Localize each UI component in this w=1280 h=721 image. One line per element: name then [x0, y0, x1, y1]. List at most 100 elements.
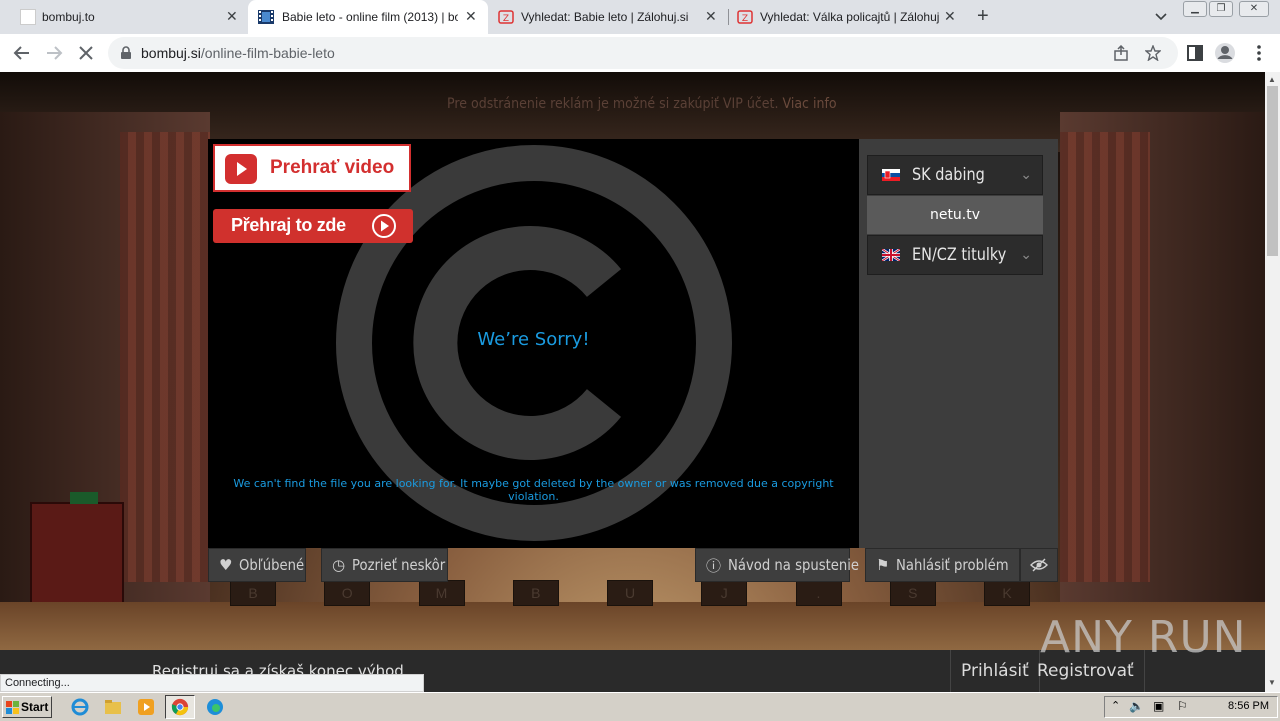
bookmark-star-icon[interactable] [1145, 45, 1161, 61]
source-panel: SK dabing ⌄ netu.tv EN/CZ titulky ⌄ [859, 139, 1058, 548]
edge-icon[interactable] [205, 697, 225, 717]
explorer-icon[interactable] [103, 697, 123, 717]
system-tray: ⌃ 🔈 ▣ ⚐ 8:56 PM [1104, 696, 1278, 718]
address-bar[interactable]: bombuj.si/online-film-babie-leto [108, 37, 1178, 69]
svg-text:Z: Z [503, 14, 509, 24]
url-path: /online-film-babie-leto [200, 45, 335, 61]
vip-notice-text: Pre odstránenie reklám je možné si zakúp… [447, 96, 779, 112]
curtain-right [1060, 132, 1150, 582]
hide-eye-button[interactable] [1020, 548, 1058, 582]
error-message: We can't find the file you are looking f… [233, 477, 834, 503]
chevron-down-icon: ⌄ [1020, 167, 1032, 183]
network-icon[interactable]: ▣ [1153, 699, 1164, 713]
forward-arrow-icon[interactable] [43, 42, 65, 64]
howto-button[interactable]: ⓘ Návod na spustenie [695, 548, 859, 582]
stage-letter: K [984, 580, 1030, 606]
clock: 8:56 PM [1228, 700, 1269, 712]
url-text: bombuj.si/online-film-babie-leto [141, 45, 335, 61]
close-icon[interactable]: ✕ [226, 8, 238, 24]
close-icon[interactable]: ✕ [465, 8, 477, 24]
source-label: SK dabing [912, 165, 985, 185]
media-player-icon[interactable] [136, 697, 156, 717]
tab-strip: bombuj.to ✕ Babie leto - online film (20… [0, 0, 1280, 34]
url-domain: bombuj.si [141, 45, 201, 61]
back-arrow-icon[interactable] [11, 42, 33, 64]
anyrun-watermark: ANY RUN [1040, 612, 1247, 663]
close-window-button[interactable]: ✕ [1239, 1, 1269, 17]
play-video-button[interactable]: Prehrať video [213, 144, 411, 192]
profile-avatar-icon[interactable] [1214, 42, 1236, 64]
start-label: Start [21, 700, 49, 714]
tab-title: bombuj.to [42, 10, 95, 24]
play-here-button[interactable]: Přehraj to zde [213, 209, 413, 243]
windows-taskbar: Start ⌃ 🔈 ▣ ⚐ 8:56 PM [0, 692, 1280, 721]
volume-icon[interactable]: 🔈 [1129, 699, 1144, 713]
heart-icon: ♥ [219, 556, 233, 574]
stage-letter: M [418, 580, 465, 606]
report-label: Nahlásiť problém [896, 556, 1010, 574]
tab-title: Babie leto - online film (2013) | bombuj [282, 10, 458, 24]
tab-title: Vyhledat: Babie leto | Zálohuj.si [521, 10, 689, 24]
start-button[interactable]: Start [2, 696, 52, 718]
stage-letter: B [230, 580, 276, 606]
play-video-label: Prehrať video [270, 157, 395, 178]
video-player[interactable]: We’re Sorry! We can't find the file you … [208, 139, 859, 548]
tray-expand-icon[interactable]: ⌃ [1111, 699, 1120, 712]
source-en-cz-titulky[interactable]: EN/CZ titulky ⌄ [867, 235, 1043, 275]
chrome-icon [171, 698, 189, 716]
new-tab-button[interactable]: + [977, 6, 989, 26]
scroll-thumb[interactable] [1267, 86, 1278, 256]
flag-icon: ⚑ [876, 556, 890, 574]
browser-toolbar: bombuj.si/online-film-babie-leto [0, 34, 1280, 73]
minimize-button[interactable]: ▁ [1183, 1, 1207, 17]
page-scrollbar[interactable]: ▲ ▼ [1265, 72, 1280, 692]
chevron-down-icon: ⌄ [1020, 247, 1032, 263]
favorite-button[interactable]: ♥ Obľúbené [208, 548, 306, 582]
scroll-down-arrow-icon[interactable]: ▼ [1268, 678, 1276, 687]
tab-zalohuj-valka[interactable]: Z Vyhledat: Válka policajtů | Zálohuj.si… [728, 0, 968, 34]
windows-logo-icon [6, 701, 19, 714]
vip-more-link[interactable]: Viac info [782, 96, 836, 112]
close-icon[interactable]: ✕ [705, 8, 717, 24]
watch-later-button[interactable]: ◷ Pozrieť neskôr [321, 548, 448, 582]
play-circle-icon [372, 214, 396, 238]
slovak-flag-icon [882, 169, 900, 181]
source-sk-dabing[interactable]: SK dabing ⌄ [867, 155, 1043, 195]
svg-text:Z: Z [742, 14, 748, 24]
share-icon[interactable] [1113, 45, 1129, 61]
film-icon [258, 10, 274, 24]
curtain-left [120, 132, 210, 582]
stop-loading-icon[interactable] [75, 42, 97, 64]
side-panel-icon[interactable] [1184, 42, 1206, 64]
close-icon[interactable]: ✕ [944, 8, 956, 24]
stage-letter: U [607, 580, 653, 606]
howto-label: Návod na spustenie [728, 556, 860, 574]
tab-zalohuj-babie-leto[interactable]: Z Vyhledat: Babie leto | Zálohuj.si ✕ [488, 0, 728, 34]
source-label: EN/CZ titulky [912, 245, 1007, 265]
status-bubble: Connecting... [0, 674, 424, 692]
stage-letter: . [795, 580, 842, 606]
uk-flag-icon [882, 249, 900, 261]
stage-letter: B [512, 580, 559, 606]
restore-button[interactable]: ❐ [1209, 1, 1233, 17]
report-problem-button[interactable]: ⚑ Nahlásiť problém [865, 548, 1020, 582]
play-here-label: Přehraj to zde [231, 215, 346, 235]
chrome-taskbar-button[interactable] [165, 695, 195, 719]
tab-babie-leto[interactable]: Babie leto - online film (2013) | bombuj… [248, 0, 488, 34]
watch-later-label: Pozrieť neskôr [352, 556, 446, 574]
scroll-up-arrow-icon[interactable]: ▲ [1268, 75, 1276, 84]
exit-sign [70, 492, 98, 504]
tab-search-chevron-icon[interactable] [1154, 10, 1168, 24]
more-menu-icon[interactable] [1248, 42, 1270, 64]
lock-icon[interactable] [120, 46, 132, 60]
stage-letter: O [324, 580, 371, 606]
source-netu-tv[interactable]: netu.tv [867, 196, 1043, 234]
tab-bombuj-to[interactable]: bombuj.to ✕ [0, 0, 248, 34]
stage-letter: J [701, 580, 748, 606]
action-center-flag-icon[interactable]: ⚐ [1177, 699, 1188, 713]
stage-letters: B O M B U J . S K [230, 580, 1030, 606]
clock-icon: ◷ [332, 556, 346, 574]
ie-icon[interactable] [70, 697, 90, 717]
zalohuj-icon: Z [498, 10, 514, 24]
stage-letter: S [889, 580, 936, 606]
